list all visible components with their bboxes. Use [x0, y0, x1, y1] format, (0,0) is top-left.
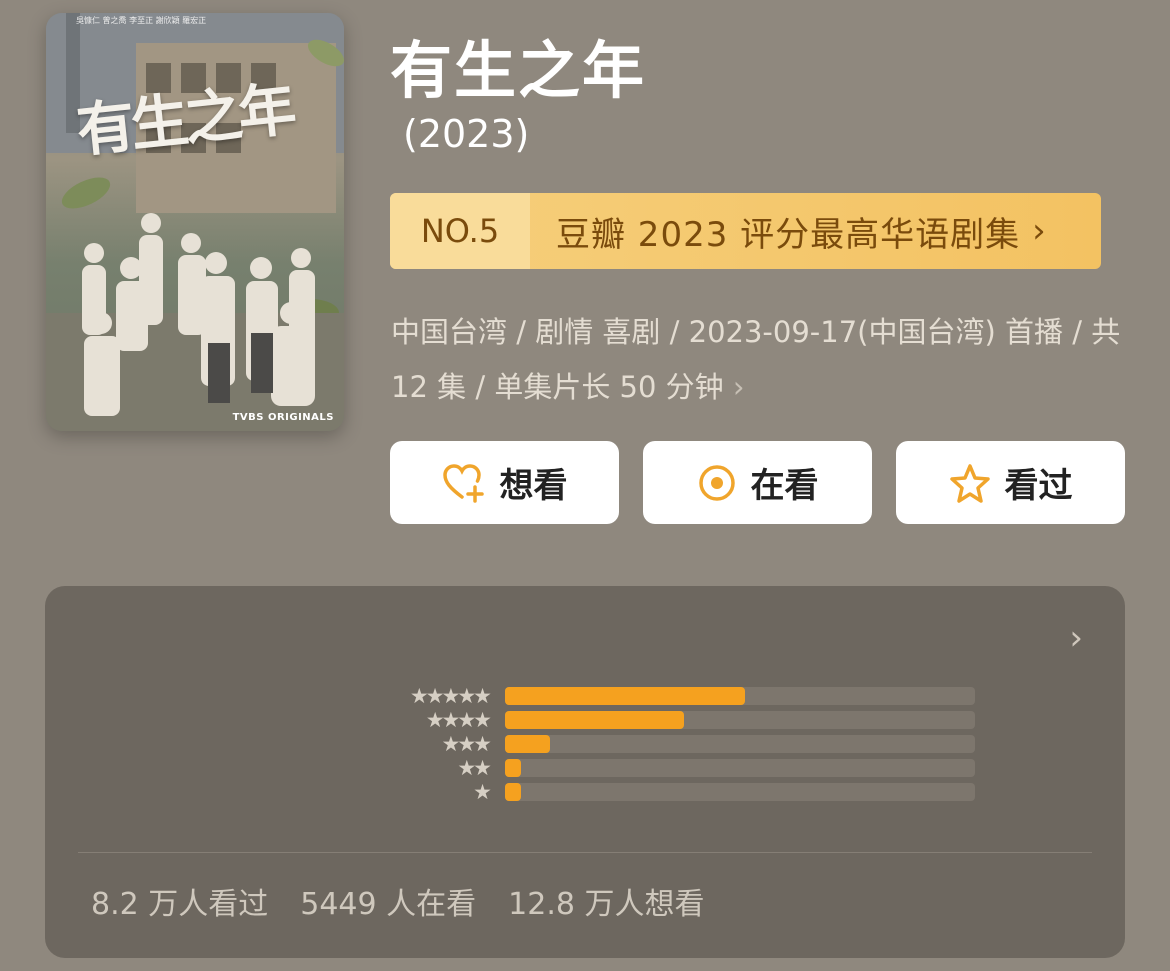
rating-track: [505, 759, 975, 777]
stars-4: ★★★★: [425, 708, 492, 732]
heart-plus-icon: [442, 463, 484, 503]
release-year: (2023): [403, 112, 530, 156]
chevron-right-icon[interactable]: ›: [1069, 618, 1083, 658]
rating-row-5: ★★★★★: [375, 684, 975, 708]
poster-image[interactable]: 吳慷仁 曾之喬 李至正 謝欣穎 羅宏正 有生之年 TVBS ORIGINALS: [46, 13, 344, 431]
stars-1: ★: [473, 780, 492, 804]
poster-credits: 吳慷仁 曾之喬 李至正 謝欣穎 羅宏正: [76, 16, 207, 25]
page-title: 有生之年: [390, 34, 647, 107]
rating-track: [505, 687, 975, 705]
divider: [78, 852, 1092, 853]
stars-2: ★★: [457, 756, 492, 780]
stars-5: ★★★★★: [409, 684, 492, 708]
chevron-right-icon: ›: [1032, 211, 1047, 251]
drama-detail-page: 吳慷仁 曾之喬 李至正 謝欣穎 羅宏正 有生之年 TVBS ORIGINALS …: [0, 0, 1170, 971]
target-icon: [698, 464, 735, 501]
rating-row-1: ★: [375, 780, 975, 804]
rating-bar-4: [505, 711, 684, 729]
rating-track: [505, 735, 975, 753]
watching-count: 5449 人在看: [300, 887, 477, 922]
rating-track: [505, 711, 975, 729]
ranking-banner[interactable]: NO.5 豆瓣 2023 评分最高华语剧集 ›: [390, 193, 1101, 269]
watched-label: 看过: [1004, 466, 1073, 506]
rating-bar-1: [505, 783, 522, 801]
rank-label: 豆瓣 2023 评分最高华语剧集: [556, 214, 1021, 255]
rating-track: [505, 783, 975, 801]
want-count: 12.8 万人想看: [508, 887, 705, 922]
poster-brand: TVBS ORIGINALS: [232, 412, 334, 423]
watched-count: 8.2 万人看过: [91, 887, 269, 922]
audience-stats: 8.2 万人看过 5449 人在看 12.8 万人想看: [91, 879, 704, 923]
meta-text: 中国台湾 / 剧情 喜剧 / 2023-09-17(中国台湾) 首播 / 共 1…: [391, 315, 1121, 404]
rating-row-3: ★★★: [375, 732, 975, 756]
rank-label-wrap: 豆瓣 2023 评分最高华语剧集 ›: [530, 193, 1101, 269]
rating-row-4: ★★★★: [375, 708, 975, 732]
rating-bar-3: [505, 735, 550, 753]
star-icon: [949, 463, 990, 503]
drama-meta-info[interactable]: 中国台湾 / 剧情 喜剧 / 2023-09-17(中国台湾) 首播 / 共 1…: [391, 305, 1121, 415]
rating-card[interactable]: › ★★★★★ ★★★★ ★★★ ★★ ★ 8.2 万人看过 5449 人在看 …: [45, 586, 1125, 958]
rating-row-2: ★★: [375, 756, 975, 780]
want-label: 想看: [499, 466, 568, 506]
rating-bar-2: [505, 759, 522, 777]
rank-number: NO.5: [390, 193, 530, 269]
watched-button[interactable]: 看过: [896, 441, 1125, 524]
watching-label: 在看: [750, 466, 819, 506]
stars-3: ★★★: [441, 732, 492, 756]
chevron-right-icon: ›: [732, 370, 745, 404]
rating-bar-5: [505, 687, 745, 705]
watching-button[interactable]: 在看: [643, 441, 872, 524]
want-to-watch-button[interactable]: 想看: [390, 441, 619, 524]
